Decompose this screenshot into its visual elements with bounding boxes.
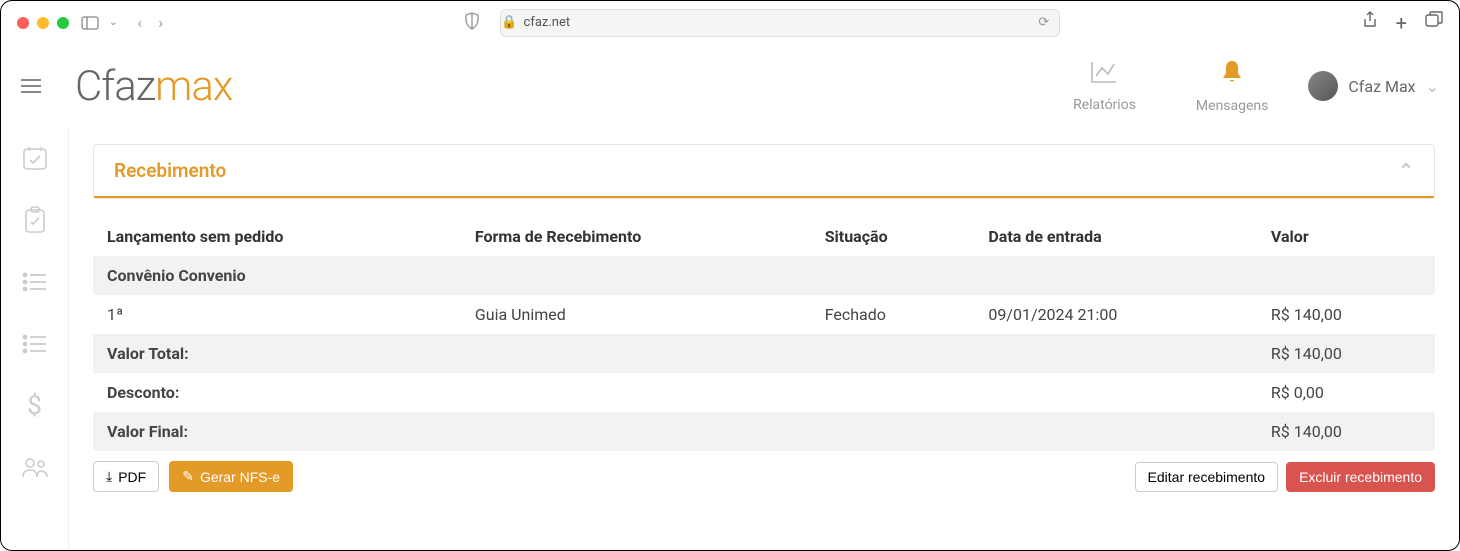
table-row[interactable]: 1ª Guia Unimed Fechado 09/01/2024 21:00 …: [93, 295, 1435, 334]
pdf-button[interactable]: ⤓ PDF: [93, 461, 159, 492]
nav-reports-label: Relatórios: [1073, 97, 1136, 113]
total-value: R$ 140,00: [1257, 334, 1435, 373]
dollar-icon: $: [27, 391, 42, 421]
th-data: Data de entrada: [974, 217, 1257, 256]
download-icon: ⤓: [106, 468, 112, 485]
close-window-button[interactable]: [17, 17, 29, 29]
actions-bar: ⤓ PDF ✎ Gerar NFS-e Editar recebimento E…: [93, 461, 1435, 492]
group-label: Convênio Convenio: [93, 256, 1435, 295]
total-label: Valor Total:: [93, 334, 1257, 373]
nav-messages-label: Mensagens: [1196, 98, 1268, 114]
panel-header[interactable]: Recebimento ⌃: [94, 145, 1434, 198]
group-row: Convênio Convenio: [93, 256, 1435, 295]
address-bar[interactable]: 🔒 cfaz.net ⟳: [500, 9, 1060, 37]
shield-icon[interactable]: [464, 12, 480, 34]
app-topbar: Cfazmax Relatórios Mensagens Cfaz Max ⌄: [1, 44, 1459, 128]
cell-situacao: Fechado: [811, 295, 975, 334]
maximize-window-button[interactable]: [57, 17, 69, 29]
final-value: R$ 140,00: [1257, 412, 1435, 451]
excluir-recebimento-button[interactable]: Excluir recebimento: [1286, 462, 1435, 492]
th-forma: Forma de Recebimento: [461, 217, 811, 256]
panel-title: Recebimento: [114, 159, 226, 182]
browser-forward-button[interactable]: ›: [158, 13, 163, 32]
editar-recebimento-button[interactable]: Editar recebimento: [1135, 462, 1279, 492]
menu-toggle-button[interactable]: [21, 79, 45, 93]
chart-icon: [1090, 60, 1118, 91]
th-valor: Valor: [1257, 217, 1435, 256]
cell-valor: R$ 140,00: [1257, 295, 1435, 334]
app-logo[interactable]: Cfazmax: [75, 62, 232, 111]
sidebar-people[interactable]: [21, 454, 49, 482]
browser-chrome: ⌄ ‹ › 🔒 cfaz.net ⟳ +: [0, 0, 1460, 44]
cell-forma: Guia Unimed: [461, 295, 811, 334]
th-situacao: Situação: [811, 217, 975, 256]
user-menu[interactable]: Cfaz Max ⌄: [1308, 71, 1439, 101]
th-lancamento: Lançamento sem pedido: [93, 217, 461, 256]
desconto-label: Desconto:: [93, 373, 1257, 412]
sidebar-list-1[interactable]: [21, 268, 49, 296]
chevron-down-icon: ⌄: [109, 17, 117, 28]
bell-icon: [1220, 59, 1244, 92]
new-tab-icon[interactable]: +: [1396, 11, 1407, 35]
reload-icon[interactable]: ⟳: [1038, 15, 1049, 30]
nav-messages[interactable]: Mensagens: [1196, 59, 1268, 114]
share-icon[interactable]: [1362, 11, 1378, 35]
gerar-nfse-button[interactable]: ✎ Gerar NFS-e: [169, 461, 293, 492]
nav-reports[interactable]: Relatórios: [1073, 60, 1136, 113]
total-row: Valor Total: R$ 140,00: [93, 334, 1435, 373]
sidebar-calendar[interactable]: [21, 144, 49, 172]
desconto-value: R$ 0,00: [1257, 373, 1435, 412]
recebimento-panel: Recebimento ⌃: [93, 144, 1435, 199]
traffic-lights: [17, 17, 69, 29]
sidebar-money[interactable]: $: [21, 392, 49, 420]
sidebar-list-2[interactable]: [21, 330, 49, 358]
cell-data: 09/01/2024 21:00: [974, 295, 1257, 334]
avatar: [1308, 71, 1338, 101]
final-row: Valor Final: R$ 140,00: [93, 412, 1435, 451]
cell-lancamento: 1ª: [93, 295, 461, 334]
tabs-icon[interactable]: [1425, 11, 1443, 35]
sidebar-clipboard[interactable]: [21, 206, 49, 234]
browser-back-button[interactable]: ‹: [137, 13, 142, 32]
chevron-up-icon: ⌃: [1398, 159, 1414, 182]
url-text: cfaz.net: [524, 15, 571, 30]
recebimento-table: Lançamento sem pedido Forma de Recebimen…: [93, 217, 1435, 451]
minimize-window-button[interactable]: [37, 17, 49, 29]
final-label: Valor Final:: [93, 412, 1257, 451]
chevron-down-icon: ⌄: [1426, 77, 1439, 96]
edit-icon: ✎: [182, 468, 194, 485]
user-name: Cfaz Max: [1348, 77, 1415, 96]
desconto-row: Desconto: R$ 0,00: [93, 373, 1435, 412]
browser-sidebar-toggle[interactable]: ⌄: [81, 16, 117, 30]
lock-icon: 🔒: [501, 15, 517, 30]
